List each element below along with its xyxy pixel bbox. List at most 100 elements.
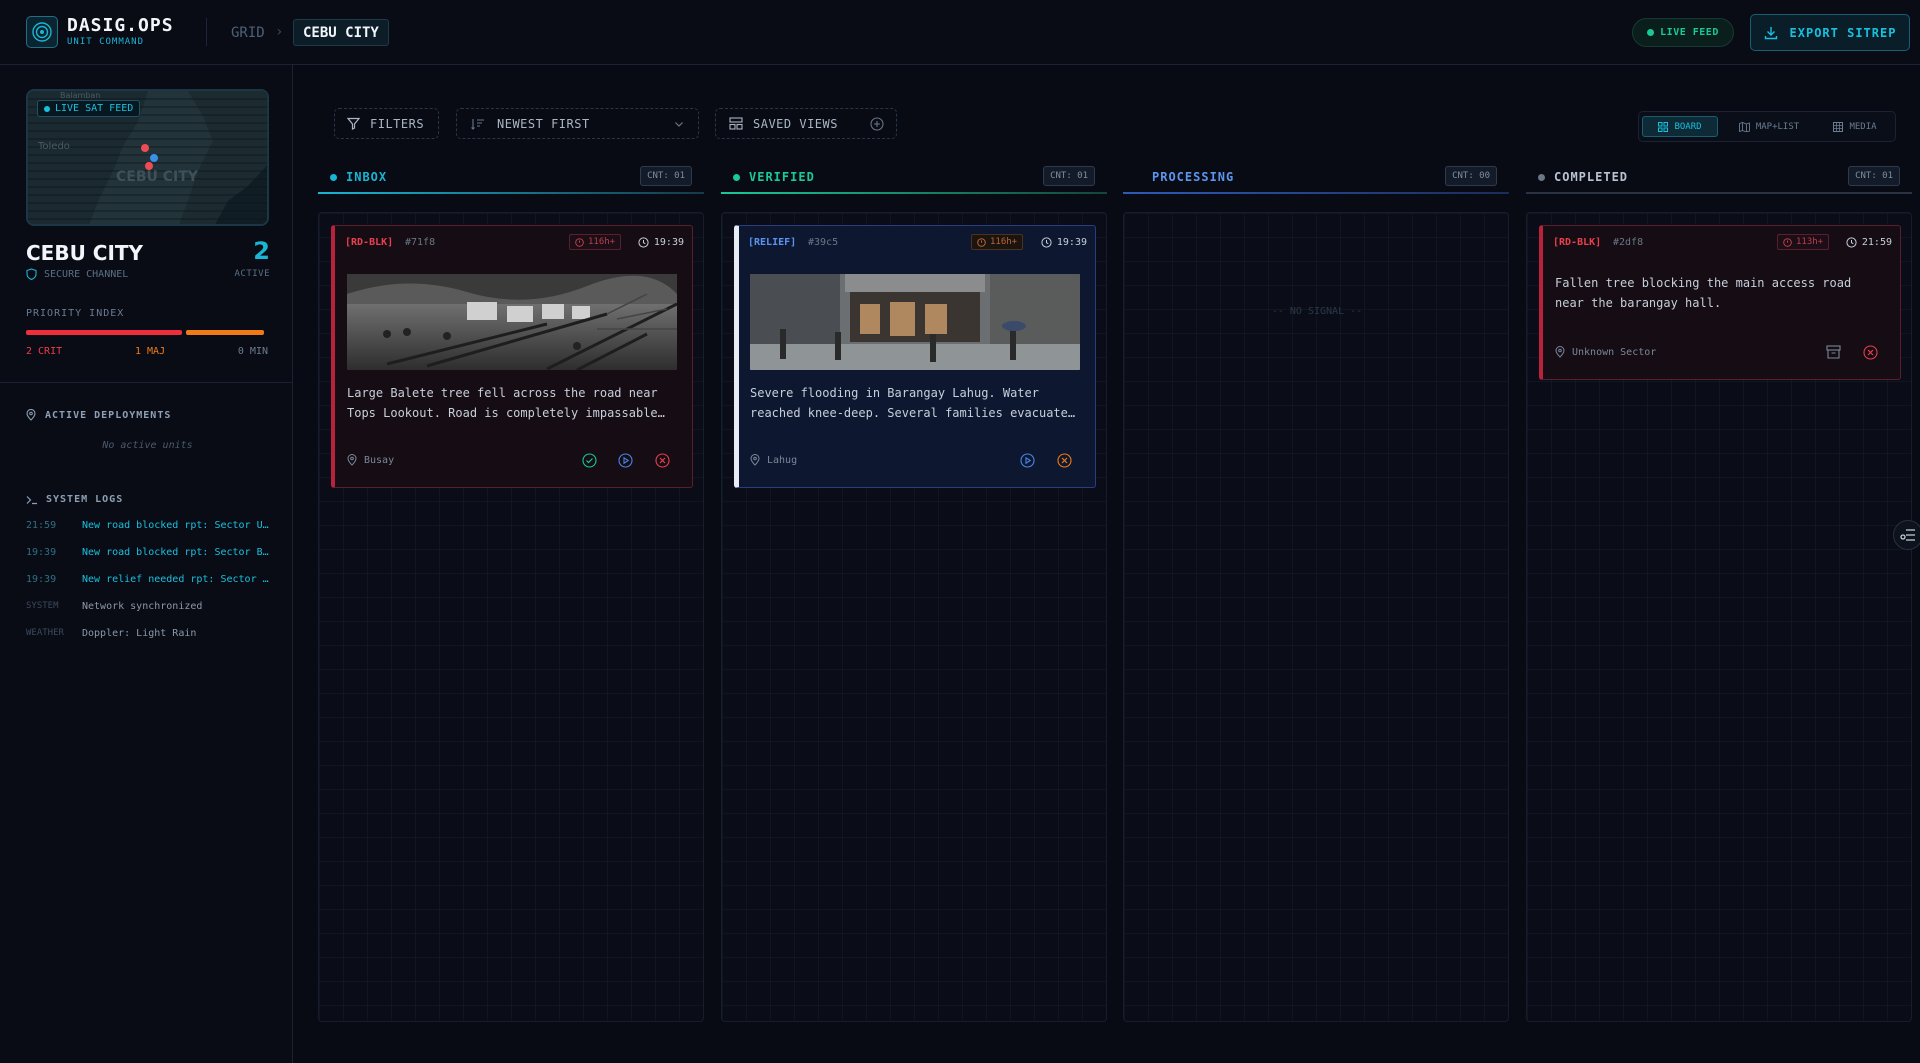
filter-icon: [347, 117, 360, 130]
breadcrumb-root[interactable]: GRID: [231, 25, 265, 41]
card-time-label: 21:59: [1861, 237, 1892, 248]
satellite-map[interactable]: Balamban Toledo CEBU CITY LIVE SAT FEED: [26, 89, 269, 226]
column-inbox: [RD-BLK] #71f8 116h+ 19:39 Large Balete …: [318, 212, 704, 1022]
age-label: 113h+: [1796, 237, 1824, 247]
card-location-label: Busay: [364, 454, 395, 466]
process-button[interactable]: [1019, 452, 1035, 468]
close-circle-icon: [654, 452, 670, 468]
report-photo[interactable]: [347, 274, 677, 370]
column-header-verified: VERIFIED CNT: 01: [721, 160, 1107, 194]
report-card[interactable]: [RD-BLK] #2df8 113h+ 21:59 Fallen tree b…: [1539, 225, 1901, 380]
column-title-label: VERIFIED: [749, 170, 815, 184]
view-switcher: BOARD MAP+LIST MEDIA: [1638, 111, 1896, 142]
log-time: 19:39: [26, 574, 57, 585]
chevron-down-icon: [675, 122, 683, 127]
column-header-processing: PROCESSING CNT: 00: [1123, 160, 1509, 194]
layout-icon: [729, 117, 743, 130]
card-tag: [RD-BLK]: [1553, 237, 1602, 248]
priority-crit: 2 CRIT: [26, 346, 63, 357]
map-marker-red[interactable]: [141, 144, 149, 152]
column-title: INBOX: [330, 170, 387, 184]
archive-button[interactable]: [1825, 344, 1841, 360]
dismiss-button[interactable]: [654, 452, 670, 468]
close-circle-icon: [1862, 344, 1878, 360]
logo-icon: [26, 16, 58, 48]
log-text: New road blocked rpt: Sector Unknown: [82, 520, 270, 531]
report-photo[interactable]: [750, 274, 1080, 370]
report-card[interactable]: [RELIEF] #39c5 116h+ 19:39 Severe floodi…: [734, 225, 1096, 488]
settings-panel-toggle[interactable]: [1893, 520, 1920, 550]
log-entry: 19:39 New relief needed rpt: Sector Lahu…: [26, 574, 270, 588]
breadcrumb-separator: ›: [275, 24, 284, 40]
map-label: Balamban: [60, 91, 101, 100]
shield-icon: [26, 268, 37, 280]
sliders-icon: [1900, 529, 1915, 541]
card-description: Fallen tree blocking the main access roa…: [1555, 276, 1852, 310]
alert-clock-icon: [977, 237, 986, 247]
sort-icon: [471, 118, 484, 130]
dismiss-button[interactable]: [1056, 452, 1072, 468]
live-feed-label: LIVE FEED: [1660, 27, 1719, 38]
log-entry: SYSTEM Network synchronized: [26, 601, 270, 615]
column-header-completed: COMPLETED CNT: 01: [1526, 160, 1912, 194]
play-circle-icon: [1019, 452, 1035, 468]
view-media-label: MEDIA: [1849, 121, 1877, 132]
check-circle-icon: [581, 452, 597, 468]
saved-views-button[interactable]: SAVED VIEWS: [715, 108, 897, 139]
city-title: CEBU CITY: [26, 241, 144, 265]
card-location-label: Lahug: [767, 454, 798, 466]
view-board-label: BOARD: [1674, 121, 1702, 132]
secure-channel: SECURE CHANNEL: [26, 268, 128, 280]
live-sat-label: LIVE SAT FEED: [55, 103, 134, 114]
process-button[interactable]: [617, 452, 633, 468]
priority-bar-crit: [26, 330, 182, 335]
logs-title: SYSTEM LOGS: [26, 494, 123, 505]
top-header: DASIG.OPS UNIT COMMAND GRID › CEBU CITY …: [0, 0, 1920, 65]
log-time: SYSTEM: [26, 601, 59, 611]
report-card[interactable]: [RD-BLK] #71f8 116h+ 19:39 Large Balete …: [331, 225, 693, 488]
filters-button[interactable]: FILTERS: [334, 108, 439, 139]
view-board-button[interactable]: BOARD: [1642, 116, 1718, 137]
secure-label: SECURE CHANNEL: [44, 268, 129, 280]
priority-maj: 1 MAJ: [135, 346, 166, 357]
column-underline: [721, 192, 1107, 194]
sort-select[interactable]: NEWEST FIRST: [456, 108, 699, 139]
column-header-inbox: INBOX CNT: 01: [318, 160, 704, 194]
log-entry: WEATHER Doppler: Light Rain: [26, 628, 270, 642]
location-pin-icon: [26, 409, 36, 421]
dismiss-button[interactable]: [1862, 344, 1878, 360]
deployments-empty: No active units: [102, 440, 193, 451]
column-count: CNT: 01: [640, 166, 692, 186]
live-feed-badge: LIVE FEED: [1632, 18, 1734, 47]
card-tag: [RELIEF]: [748, 237, 797, 248]
export-sitrep-button[interactable]: EXPORT SITREP: [1750, 14, 1910, 51]
alert-clock-icon: [575, 237, 584, 247]
sidebar-divider: [0, 382, 292, 383]
column-verified: [RELIEF] #39c5 116h+ 19:39 Severe floodi…: [721, 212, 1107, 1022]
column-title: PROCESSING: [1152, 170, 1234, 184]
map-label: Toledo: [38, 141, 70, 152]
card-tag: [RD-BLK]: [345, 237, 394, 248]
archive-icon: [1825, 345, 1841, 359]
verify-button[interactable]: [581, 452, 597, 468]
location-pin-icon: [347, 454, 357, 466]
grid-icon: [1658, 121, 1669, 132]
header-divider: [206, 18, 207, 46]
view-map-list-button[interactable]: MAP+LIST: [1725, 116, 1813, 137]
plus-circle-icon[interactable]: [870, 117, 884, 131]
column-title: VERIFIED: [733, 170, 815, 184]
map-marker-blue[interactable]: [150, 154, 158, 162]
log-time: 21:59: [26, 520, 57, 531]
alert-clock-icon: [1783, 237, 1792, 247]
logs-label: SYSTEM LOGS: [46, 494, 124, 505]
card-location: Unknown Sector: [1555, 346, 1656, 358]
active-count: 2: [253, 237, 270, 265]
deployments-title: ACTIVE DEPLOYMENTS: [26, 409, 171, 421]
clock-icon: [638, 237, 649, 248]
column-title: COMPLETED: [1538, 170, 1628, 184]
view-media-button[interactable]: MEDIA: [1819, 116, 1891, 137]
column-underline: [1123, 192, 1509, 194]
clock-icon: [1846, 237, 1857, 248]
status-dot-icon: [330, 173, 337, 181]
deployments-label: ACTIVE DEPLOYMENTS: [45, 409, 172, 421]
